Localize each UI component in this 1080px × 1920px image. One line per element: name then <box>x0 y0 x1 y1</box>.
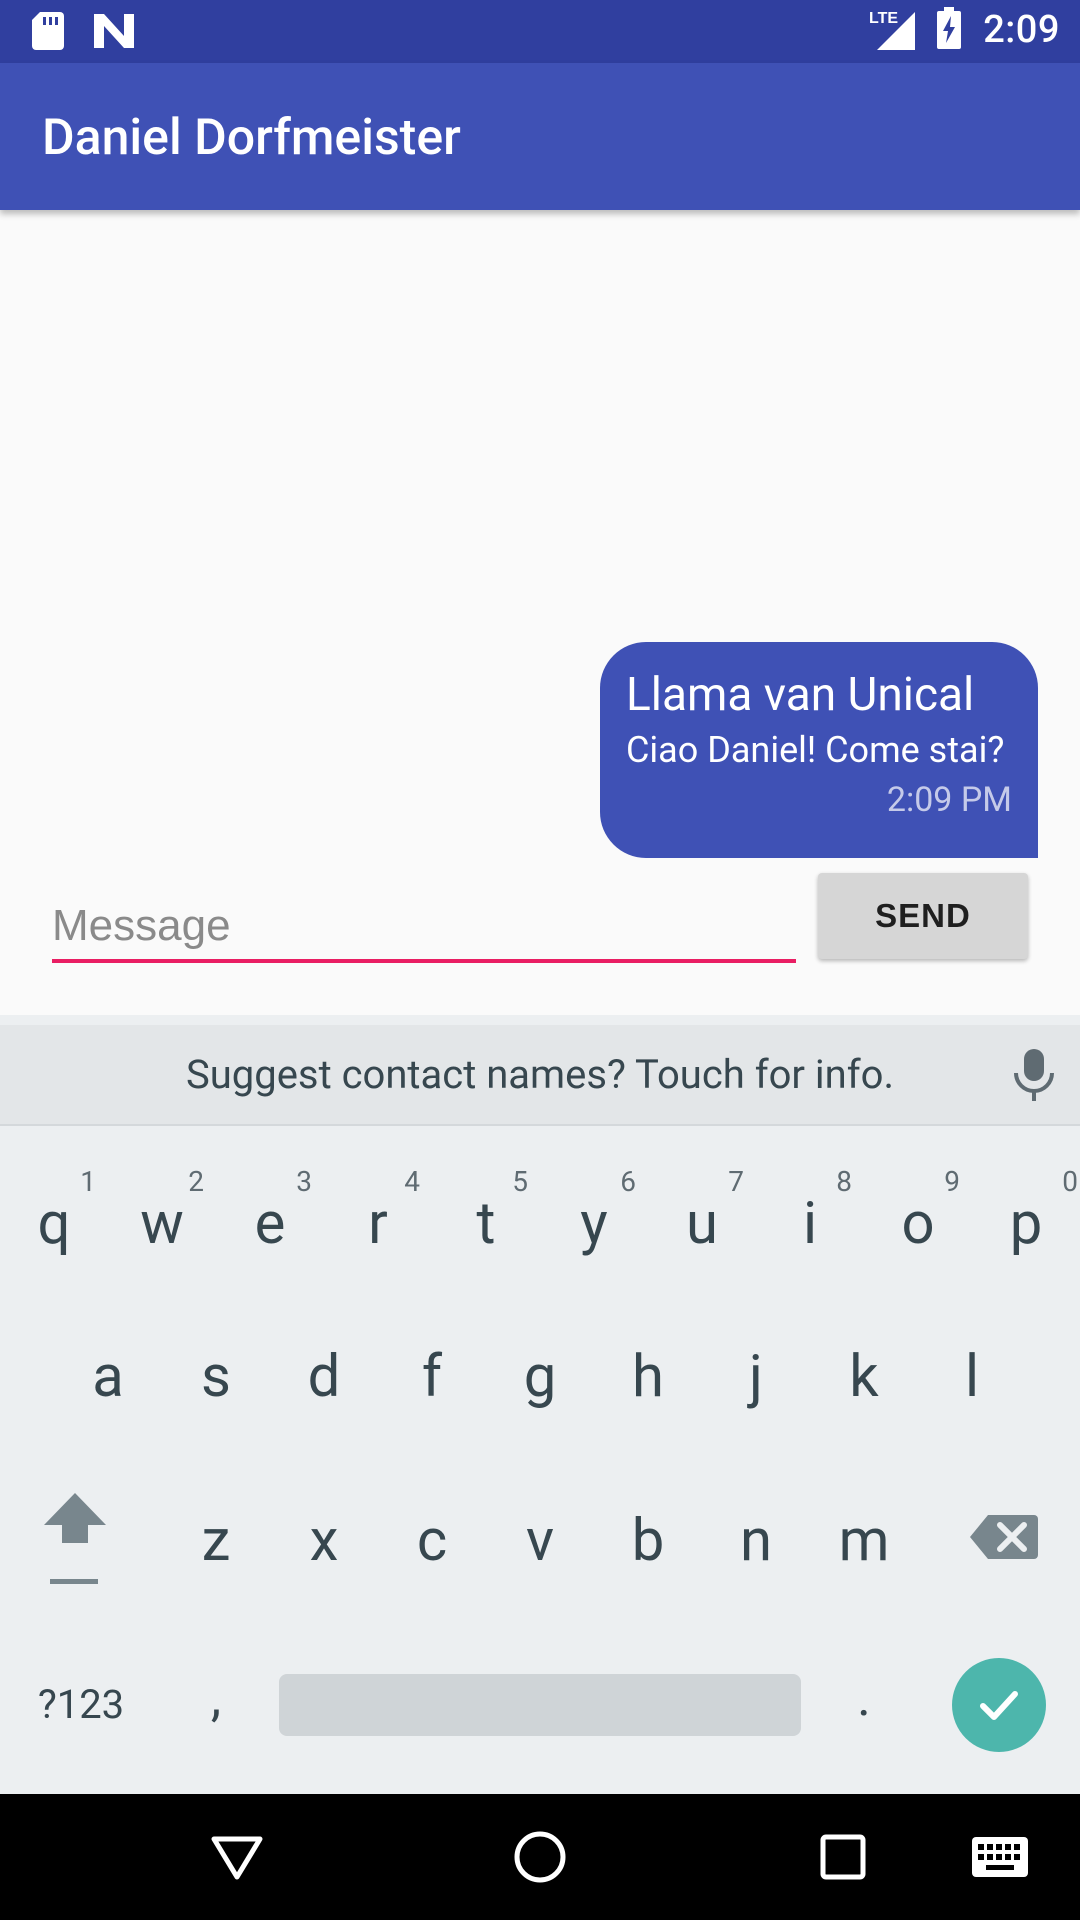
back-icon[interactable] <box>207 1827 267 1887</box>
page-title: Daniel Dorfmeister <box>42 109 461 167</box>
microphone-icon[interactable] <box>1012 1047 1056 1107</box>
key-o[interactable]: o9 <box>864 1132 972 1296</box>
battery-charging-icon <box>937 7 962 53</box>
key-f[interactable]: f <box>378 1295 486 1459</box>
key-i[interactable]: i8 <box>756 1132 864 1296</box>
key-e[interactable]: e3 <box>216 1132 324 1296</box>
key-s[interactable]: s <box>162 1295 270 1459</box>
key-p[interactable]: p0 <box>972 1132 1080 1296</box>
key-h[interactable]: h <box>594 1295 702 1459</box>
send-button[interactable]: SEND <box>818 873 1028 959</box>
navigation-bar <box>0 1794 1080 1920</box>
key-u[interactable]: u7 <box>648 1132 756 1296</box>
key-row-1: q1 w2 e3 r4 t5 y6 u7 i8 o9 p0 <box>0 1132 1080 1296</box>
key-d[interactable]: d <box>270 1295 378 1459</box>
key-c[interactable]: c <box>378 1459 486 1623</box>
suggestion-strip[interactable]: Suggest contact names? Touch for info. <box>0 1025 1080 1126</box>
key-v[interactable]: v <box>486 1459 594 1623</box>
shift-arrow-icon <box>44 1493 106 1584</box>
n-logo-icon <box>94 14 134 52</box>
backspace-icon <box>970 1515 1038 1559</box>
lte-signal-icon: LTE <box>869 6 916 54</box>
soft-keyboard: Suggest contact names? Touch for info. q… <box>0 1015 1080 1794</box>
sd-card-icon <box>32 12 64 54</box>
keyboard-switch-icon[interactable] <box>970 1827 1030 1887</box>
key-g[interactable]: g <box>486 1295 594 1459</box>
home-icon[interactable] <box>510 1827 570 1887</box>
message-text: Ciao Daniel! Come stai? <box>626 729 1005 771</box>
composer: SEND <box>0 873 1080 1013</box>
message-sender: Llama van Unical <box>626 668 975 722</box>
key-q[interactable]: q1 <box>0 1132 108 1296</box>
key-row-2: a s d f g h j k l <box>0 1295 1080 1459</box>
shift-key[interactable] <box>30 1479 120 1603</box>
key-row-3: z x c v b n m <box>0 1459 1080 1623</box>
key-j[interactable]: j <box>702 1295 810 1459</box>
comma-key[interactable]: , <box>162 1623 270 1787</box>
key-z[interactable]: z <box>162 1459 270 1623</box>
key-y[interactable]: y6 <box>540 1132 648 1296</box>
period-key[interactable]: . <box>810 1623 918 1787</box>
key-k[interactable]: k <box>810 1295 918 1459</box>
key-a[interactable]: a <box>54 1295 162 1459</box>
message-bubble[interactable]: Llama van Unical Ciao Daniel! Come stai?… <box>600 642 1038 858</box>
key-w[interactable]: w2 <box>108 1132 216 1296</box>
message-input[interactable] <box>52 893 796 963</box>
key-row-4: ?123 , . <box>0 1623 1080 1787</box>
key-t[interactable]: t5 <box>432 1132 540 1296</box>
backspace-key[interactable] <box>968 1499 1040 1575</box>
status-time: 2:09 <box>983 8 1060 52</box>
symbols-key[interactable]: ?123 <box>22 1623 140 1787</box>
key-l[interactable]: l <box>918 1295 1026 1459</box>
key-n[interactable]: n <box>702 1459 810 1623</box>
svg-text:LTE: LTE <box>869 10 898 27</box>
enter-key[interactable] <box>952 1658 1046 1752</box>
recents-icon[interactable] <box>813 1827 873 1887</box>
key-r[interactable]: r4 <box>324 1132 432 1296</box>
checkmark-icon <box>980 1691 1018 1720</box>
key-x[interactable]: x <box>270 1459 378 1623</box>
suggestion-text[interactable]: Suggest contact names? Touch for info. <box>0 1051 1080 1098</box>
message-time: 2:09 PM <box>886 780 1012 820</box>
space-key[interactable] <box>279 1674 801 1736</box>
status-bar: LTE 2:09 <box>0 0 1080 63</box>
key-m[interactable]: m <box>810 1459 918 1623</box>
app-bar: Daniel Dorfmeister <box>0 63 1080 210</box>
key-b[interactable]: b <box>594 1459 702 1623</box>
